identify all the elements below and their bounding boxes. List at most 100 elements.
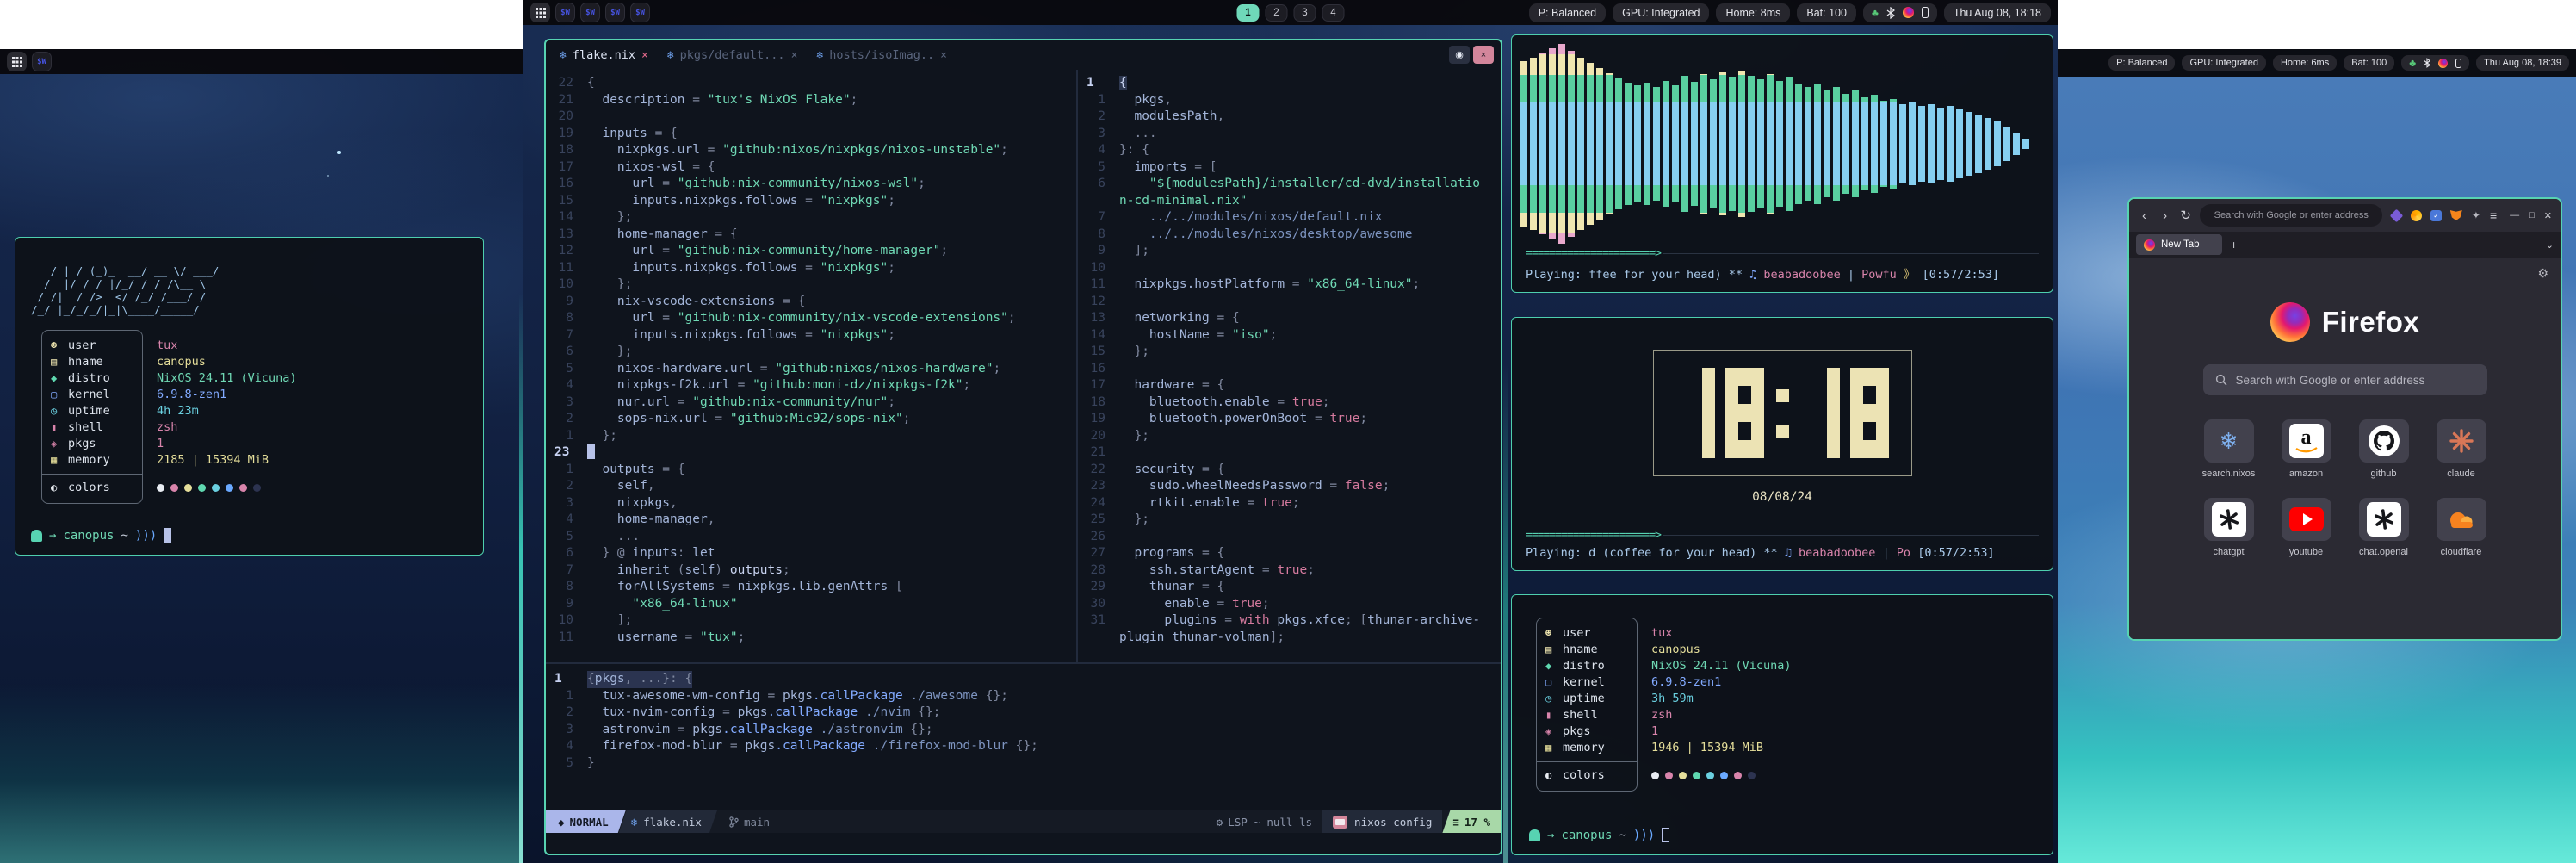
task-button[interactable]: $W <box>32 52 52 71</box>
minimize-button[interactable]: — <box>2510 210 2519 220</box>
terminal-fastfetch-right[interactable]: ☻user▤hname◆distro▢kernel◷uptime▮shell◈p… <box>1511 594 2053 855</box>
extension-icon-purple[interactable] <box>2390 209 2402 222</box>
code-line: 20 <box>546 109 1076 126</box>
uptime-icon: ◷ <box>1545 691 1563 707</box>
shortcut-tile-youtube[interactable]: youtube <box>2280 498 2333 557</box>
code-line: 7 inherit (self) outputs; <box>546 562 1076 580</box>
power-profile-pill[interactable]: P: Balanced <box>2108 55 2175 71</box>
battery-pill[interactable]: Bat: 100 <box>1797 3 1856 22</box>
shortcut-tile-search.nixos[interactable]: ❄search.nixos <box>2202 419 2256 479</box>
nvim-tab-pkgs/default...[interactable]: ❄pkgs/default...× <box>667 48 798 62</box>
nvim-pane-iso[interactable]: 1{1 pkgs,2 modulesPath,3 ...4}: {5 impor… <box>1078 70 1501 662</box>
terminal-clock[interactable]: 08/08/24 ======================> Playing… <box>1511 317 2053 571</box>
prompt-arrow: → <box>1547 829 1554 842</box>
task-button[interactable]: $W <box>580 3 600 22</box>
visualizer-bar <box>1776 81 1783 207</box>
nvim-git-branch: main <box>729 816 770 829</box>
neovim-window[interactable]: ❄flake.nix× ❄pkgs/default...× ❄hosts/isoIm… <box>544 39 1502 855</box>
code-line: 16 <box>1078 361 1501 378</box>
ping-pill[interactable]: Home: 6ms <box>2273 55 2337 71</box>
shortcut-tile-amazon[interactable]: aamazon <box>2280 419 2333 479</box>
workspace-button-3[interactable]: 3 <box>1294 4 1316 22</box>
fetch-value-uptime: 4h 23m <box>157 403 199 419</box>
color-dots <box>1651 767 2035 784</box>
tab-new-tab[interactable]: New Tab <box>2136 234 2222 255</box>
code-line: 3 astronvim = pkgs.callPackage ./astronv… <box>546 722 1501 739</box>
shortcut-tile-claude[interactable]: claude <box>2435 419 2488 479</box>
forward-button[interactable]: › <box>2158 208 2171 223</box>
reload-button[interactable]: ↻ <box>2179 208 2192 223</box>
nix-icon: ❄ <box>631 816 638 829</box>
fetch-value-user: tux <box>1651 625 1672 642</box>
ping-pill[interactable]: Home: 8ms <box>1716 3 1790 22</box>
nvim-tab-hosts/isoImag..[interactable]: ❄hosts/isoImag..× <box>816 48 947 62</box>
workspace-button-4[interactable]: 4 <box>1322 4 1345 22</box>
tab-close-icon[interactable]: × <box>791 49 798 62</box>
battery-pill[interactable]: Bat: 100 <box>2344 55 2394 71</box>
back-button[interactable]: ‹ <box>2138 208 2151 223</box>
terminal-visualizer[interactable]: ======================> Playing: ffee fo… <box>1511 34 2053 293</box>
shortcut-tiles: ❄search.nixos aamazon github claude chatgpt y… <box>2202 419 2488 557</box>
close-button[interactable]: ✕ <box>2544 210 2552 221</box>
gpu-pill[interactable]: GPU: Integrated <box>1613 3 1709 22</box>
maximize-button[interactable]: □ <box>2529 210 2535 220</box>
nix-icon: ❄ <box>816 49 823 62</box>
visualizer-bar <box>1710 79 1717 208</box>
visualizer-bar <box>1994 121 2001 166</box>
menu-button[interactable]: ≡ <box>2490 208 2497 222</box>
nix-icon: ❄ <box>667 49 674 62</box>
code-line: 8 url = "github:nix-community/nix-vscode… <box>546 310 1076 327</box>
clock-pill[interactable]: Thu Aug 08, 18:18 <box>1944 3 2051 22</box>
prompt-host: canopus <box>1561 829 1612 842</box>
nvim-pane-pkgs[interactable]: 1{pkgs, ...}: {1 tux-awesome-wm-config =… <box>546 664 1501 810</box>
nvim-pane-flake[interactable]: 22{21 description = "tux's NixOS Flake";… <box>546 70 1076 662</box>
firefox-window[interactable]: ‹ › ↻ Search with Google or enter addres… <box>2127 197 2562 641</box>
shell-prompt[interactable]: → canopus ~ ))) <box>31 528 468 543</box>
visualizer-bar <box>1833 87 1840 201</box>
shortcut-tile-github[interactable]: github <box>2357 419 2411 479</box>
shell-prompt[interactable]: → canopus ~ ))) <box>1529 828 2035 842</box>
shortcut-tile-cloudflare[interactable]: cloudflare <box>2435 498 2488 557</box>
tab-list-chevron-icon[interactable]: ⌄ <box>2546 239 2554 251</box>
code-line: plugin thunar-volman]; <box>1078 630 1501 647</box>
extension-icon-shield[interactable]: ✓ <box>2430 209 2443 222</box>
firefox-wordmark: Firefox <box>2322 306 2420 338</box>
code-line: 17 hardware = { <box>1078 377 1501 394</box>
code-line: 8 ../../modules/nixos/desktop/awesome <box>1078 227 1501 244</box>
visualizer-bar <box>1700 74 1707 214</box>
extensions-button[interactable]: ✦ <box>2470 209 2482 222</box>
nvim-tab-flake.nix[interactable]: ❄flake.nix× <box>560 48 648 62</box>
tab-close-icon[interactable]: × <box>940 49 947 62</box>
code-line: 2 sops-nix.url = "github:Mic92/sops-nix"… <box>546 411 1076 428</box>
nix-icon: ❄ <box>560 49 567 62</box>
code-line: 11 username = "tux"; <box>546 630 1076 647</box>
extension-icon-proton[interactable] <box>2410 209 2422 222</box>
music-progress: ======================> <box>1515 245 2049 261</box>
task-button[interactable]: $W <box>605 3 625 22</box>
gpu-pill[interactable]: GPU: Integrated <box>2182 55 2266 71</box>
nvim-pin-button[interactable]: ◉ <box>1449 46 1470 64</box>
nvim-close-button[interactable]: × <box>1473 46 1494 64</box>
shortcut-tile-chatgpt[interactable]: chatgpt <box>2202 498 2256 557</box>
gear-icon: ⚙ <box>1217 816 1223 829</box>
app-launcher-button[interactable] <box>7 52 27 71</box>
clock-pill[interactable]: Thu Aug 08, 18:39 <box>2476 55 2569 71</box>
fetch-value-kernel: 6.9.8-zen1 <box>157 387 226 403</box>
extension-icon-metamask[interactable] <box>2450 209 2462 222</box>
app-launcher-button[interactable] <box>530 3 550 22</box>
shortcut-tile-chat.openai[interactable]: chat.openai <box>2357 498 2411 557</box>
terminal-fastfetch-left[interactable]: _ _ _ ____ _____ / | / (_)_ __/ __ \/ __… <box>15 237 484 556</box>
task-button[interactable]: $W <box>630 3 650 22</box>
tab-close-icon[interactable]: × <box>641 49 648 62</box>
workspace-button-1[interactable]: 1 <box>1237 4 1260 22</box>
system-tray[interactable]: ♣ <box>2401 55 2469 71</box>
page-settings-gear-icon[interactable]: ⚙ <box>2537 266 2548 281</box>
new-tab-button[interactable]: + <box>2231 238 2238 251</box>
url-bar[interactable]: Search with Google or enter address <box>2200 204 2382 227</box>
power-profile-pill[interactable]: P: Balanced <box>1529 3 1606 22</box>
workspace-button-2[interactable]: 2 <box>1266 4 1288 22</box>
task-button[interactable]: $W <box>555 3 575 22</box>
system-tray[interactable]: ♣ <box>1863 3 1937 22</box>
ghost-icon <box>1529 829 1540 841</box>
newtab-search-field[interactable]: Search with Google or enter address <box>2203 364 2487 395</box>
